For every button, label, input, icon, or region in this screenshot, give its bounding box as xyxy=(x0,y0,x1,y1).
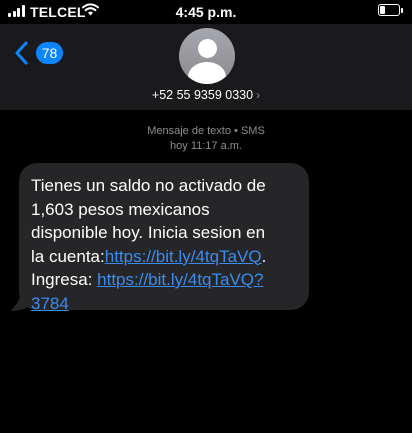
message-line: 3784 xyxy=(31,292,301,316)
message-link-1[interactable]: https://bit.ly/4tqTaVQ xyxy=(105,247,262,266)
avatar-head xyxy=(198,39,217,58)
battery-level xyxy=(380,6,385,14)
contact-phone-number: +52 55 9359 0330 xyxy=(151,88,254,102)
message-line: la cuenta:https://bit.ly/4tqTaVQ. xyxy=(31,245,301,269)
message-line: 1,603 pesos mexicanos xyxy=(31,199,210,219)
message-text: la cuenta: xyxy=(31,246,105,266)
message-text: Ingresa: xyxy=(31,270,98,289)
message-timestamp: Mensaje de texto • SMS hoy 11:17 a.m. xyxy=(0,124,412,154)
unread-count-badge: 78 xyxy=(36,42,63,64)
chevron-right-icon: › xyxy=(256,88,261,102)
avatar-body xyxy=(188,62,226,84)
back-button[interactable]: 78 xyxy=(14,39,74,69)
message-line: disponible hoy. Inicia sesion en xyxy=(31,223,266,242)
message-line: Tienes un saldo no activado de xyxy=(31,176,266,195)
battery-icon xyxy=(378,4,400,16)
battery-tip xyxy=(401,8,403,13)
message-link-2-continued[interactable]: 3784 xyxy=(31,294,69,313)
message-time: 11:17 a.m. xyxy=(187,140,242,152)
message-link-2[interactable]: https://bit.ly/4tqTaVQ? xyxy=(97,270,263,289)
message-line: Ingresa: https://bit.ly/4tqTaVQ? xyxy=(31,268,301,292)
back-chevron-icon xyxy=(15,41,28,65)
conversation-header: 78 +52 55 9359 0330 › xyxy=(0,24,412,110)
contact-name-button[interactable]: +52 55 9359 0330 › xyxy=(0,88,412,102)
status-time: 4:45 p.m. xyxy=(175,4,237,20)
message-date-line: hoy 11:17 a.m. xyxy=(0,139,412,154)
bubble-tail xyxy=(10,292,32,311)
message-bubble[interactable]: Tienes un saldo no activado de 1,603 pes… xyxy=(19,163,309,313)
avatar-icon[interactable] xyxy=(179,28,235,84)
message-type-label: Mensaje de texto • SMS xyxy=(147,125,265,137)
message-day: hoy xyxy=(170,140,188,152)
status-bar: TELCEL 4:45 p.m. xyxy=(0,0,412,24)
message-text: . xyxy=(261,246,267,266)
